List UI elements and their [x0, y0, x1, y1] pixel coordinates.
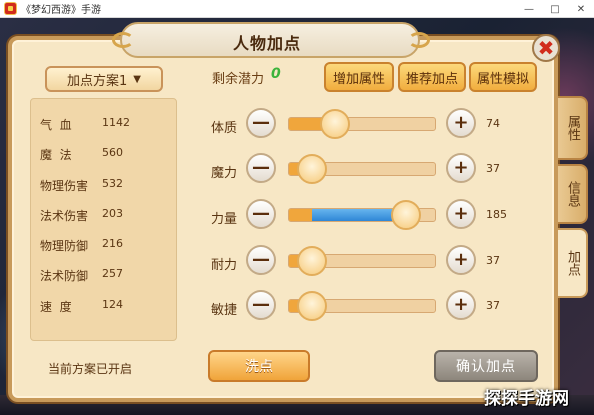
- tab-add-points[interactable]: 加点: [558, 228, 588, 298]
- attr-value: 37: [486, 299, 500, 312]
- stat-name: 物理防御: [40, 239, 89, 253]
- slider-knob[interactable]: [320, 109, 351, 139]
- increase-button[interactable]: +: [446, 245, 476, 275]
- slider-knob[interactable]: [296, 246, 327, 276]
- stat-row-mp: 魔 法 560: [40, 146, 170, 162]
- stat-name: 法术伤害: [40, 209, 89, 223]
- stat-value: 532: [102, 177, 123, 190]
- slider-knob[interactable]: [296, 291, 327, 321]
- close-icon: ✖: [537, 36, 555, 60]
- minimize-icon[interactable]: —: [516, 0, 542, 18]
- attr-value: 185: [486, 208, 507, 221]
- add-attribute-button[interactable]: 增加属性: [324, 62, 394, 92]
- plus-icon: +: [453, 203, 469, 224]
- close-panel-button[interactable]: ✖: [532, 34, 560, 62]
- stat-row-speed: 速 度 124: [40, 298, 170, 314]
- attr-row-endurance: 耐力 — + 37: [208, 245, 508, 279]
- increase-button[interactable]: +: [446, 153, 476, 183]
- scheme-dropdown[interactable]: 加点方案1 ▼: [45, 66, 163, 92]
- minus-icon: —: [252, 112, 270, 133]
- attr-row-constitution: 体质 — + 74: [208, 108, 508, 142]
- stat-row-magic-def: 法术防御 257: [40, 267, 170, 283]
- window-title: 《梦幻西游》手游: [21, 5, 101, 16]
- close-window-icon[interactable]: ✕: [568, 0, 594, 18]
- remaining-points-label: 剩余潜力: [212, 72, 265, 87]
- stat-row-phys-def: 物理防御 216: [40, 237, 170, 253]
- scheme-status: 当前方案已开启: [48, 362, 133, 376]
- attr-row-strength: 力量 — + 185: [208, 199, 508, 233]
- stat-row-hp: 气 血 1142: [40, 116, 170, 132]
- decrease-button[interactable]: —: [246, 108, 276, 138]
- tab-attributes[interactable]: 属性: [558, 96, 588, 160]
- stat-name: 速 度: [40, 300, 72, 314]
- attribute-simulate-button[interactable]: 属性模拟: [469, 62, 537, 92]
- stat-row-magic-dmg: 法术伤害 203: [40, 207, 170, 223]
- attr-value: 37: [486, 254, 500, 267]
- stat-name: 法术防御: [40, 269, 89, 283]
- attr-row-agility: 敏捷 — + 37: [208, 290, 508, 324]
- panel-title: 人物加点: [232, 34, 301, 53]
- plus-icon: +: [453, 249, 469, 270]
- minus-icon: —: [252, 157, 270, 178]
- tab-info[interactable]: 信息: [558, 164, 588, 224]
- stat-name: 物理伤害: [40, 179, 89, 193]
- slider-fill: [289, 209, 313, 221]
- minus-icon: —: [252, 249, 270, 270]
- attr-label: 体质: [211, 121, 238, 136]
- increase-button[interactable]: +: [446, 199, 476, 229]
- app-icon: [4, 2, 17, 15]
- attr-value: 74: [486, 117, 500, 130]
- attr-label: 敏捷: [211, 303, 238, 318]
- stat-value: 1142: [102, 116, 130, 129]
- attr-label: 魔力: [211, 166, 238, 181]
- window-titlebar: 《梦幻西游》手游 — □ ✕: [0, 0, 594, 18]
- reset-points-button[interactable]: 洗点: [208, 350, 310, 382]
- stat-name: 魔 法: [40, 148, 72, 162]
- increase-button[interactable]: +: [446, 108, 476, 138]
- attr-value: 37: [486, 162, 500, 175]
- plus-icon: +: [453, 294, 469, 315]
- remaining-points-value: 0: [271, 66, 281, 82]
- chevron-down-icon: ▼: [133, 73, 141, 85]
- attr-row-magic: 魔力 — + 37: [208, 153, 508, 187]
- plus-icon: +: [453, 157, 469, 178]
- decrease-button[interactable]: —: [246, 245, 276, 275]
- watermark: 探探手游网: [484, 389, 569, 409]
- stat-value: 124: [102, 298, 123, 311]
- slider-knob[interactable]: [296, 154, 327, 184]
- minus-icon: —: [252, 294, 270, 315]
- decrease-button[interactable]: —: [246, 290, 276, 320]
- stat-row-phys-dmg: 物理伤害 532: [40, 177, 170, 193]
- decrease-button[interactable]: —: [246, 199, 276, 229]
- recommend-points-button[interactable]: 推荐加点: [398, 62, 466, 92]
- plus-icon: +: [453, 112, 469, 133]
- maximize-icon[interactable]: □: [542, 0, 568, 18]
- slider-knob[interactable]: [391, 200, 422, 230]
- attr-label: 力量: [211, 212, 238, 227]
- tab-label: 信息: [565, 181, 580, 207]
- window-controls: — □ ✕: [516, 0, 594, 18]
- stat-value: 203: [102, 207, 123, 220]
- attr-slider-track[interactable]: [288, 117, 436, 131]
- stat-value: 257: [102, 267, 123, 280]
- scheme-dropdown-label: 加点方案1: [67, 73, 128, 89]
- stat-value: 560: [102, 146, 123, 159]
- stat-name: 气 血: [40, 118, 72, 132]
- decrease-button[interactable]: —: [246, 153, 276, 183]
- stat-value: 216: [102, 237, 123, 250]
- minus-icon: —: [252, 203, 270, 224]
- tab-label: 属性: [565, 115, 580, 141]
- attr-label: 耐力: [211, 258, 238, 273]
- increase-button[interactable]: +: [446, 290, 476, 320]
- confirm-points-button[interactable]: 确认加点: [434, 350, 538, 382]
- tab-label: 加点: [565, 250, 580, 276]
